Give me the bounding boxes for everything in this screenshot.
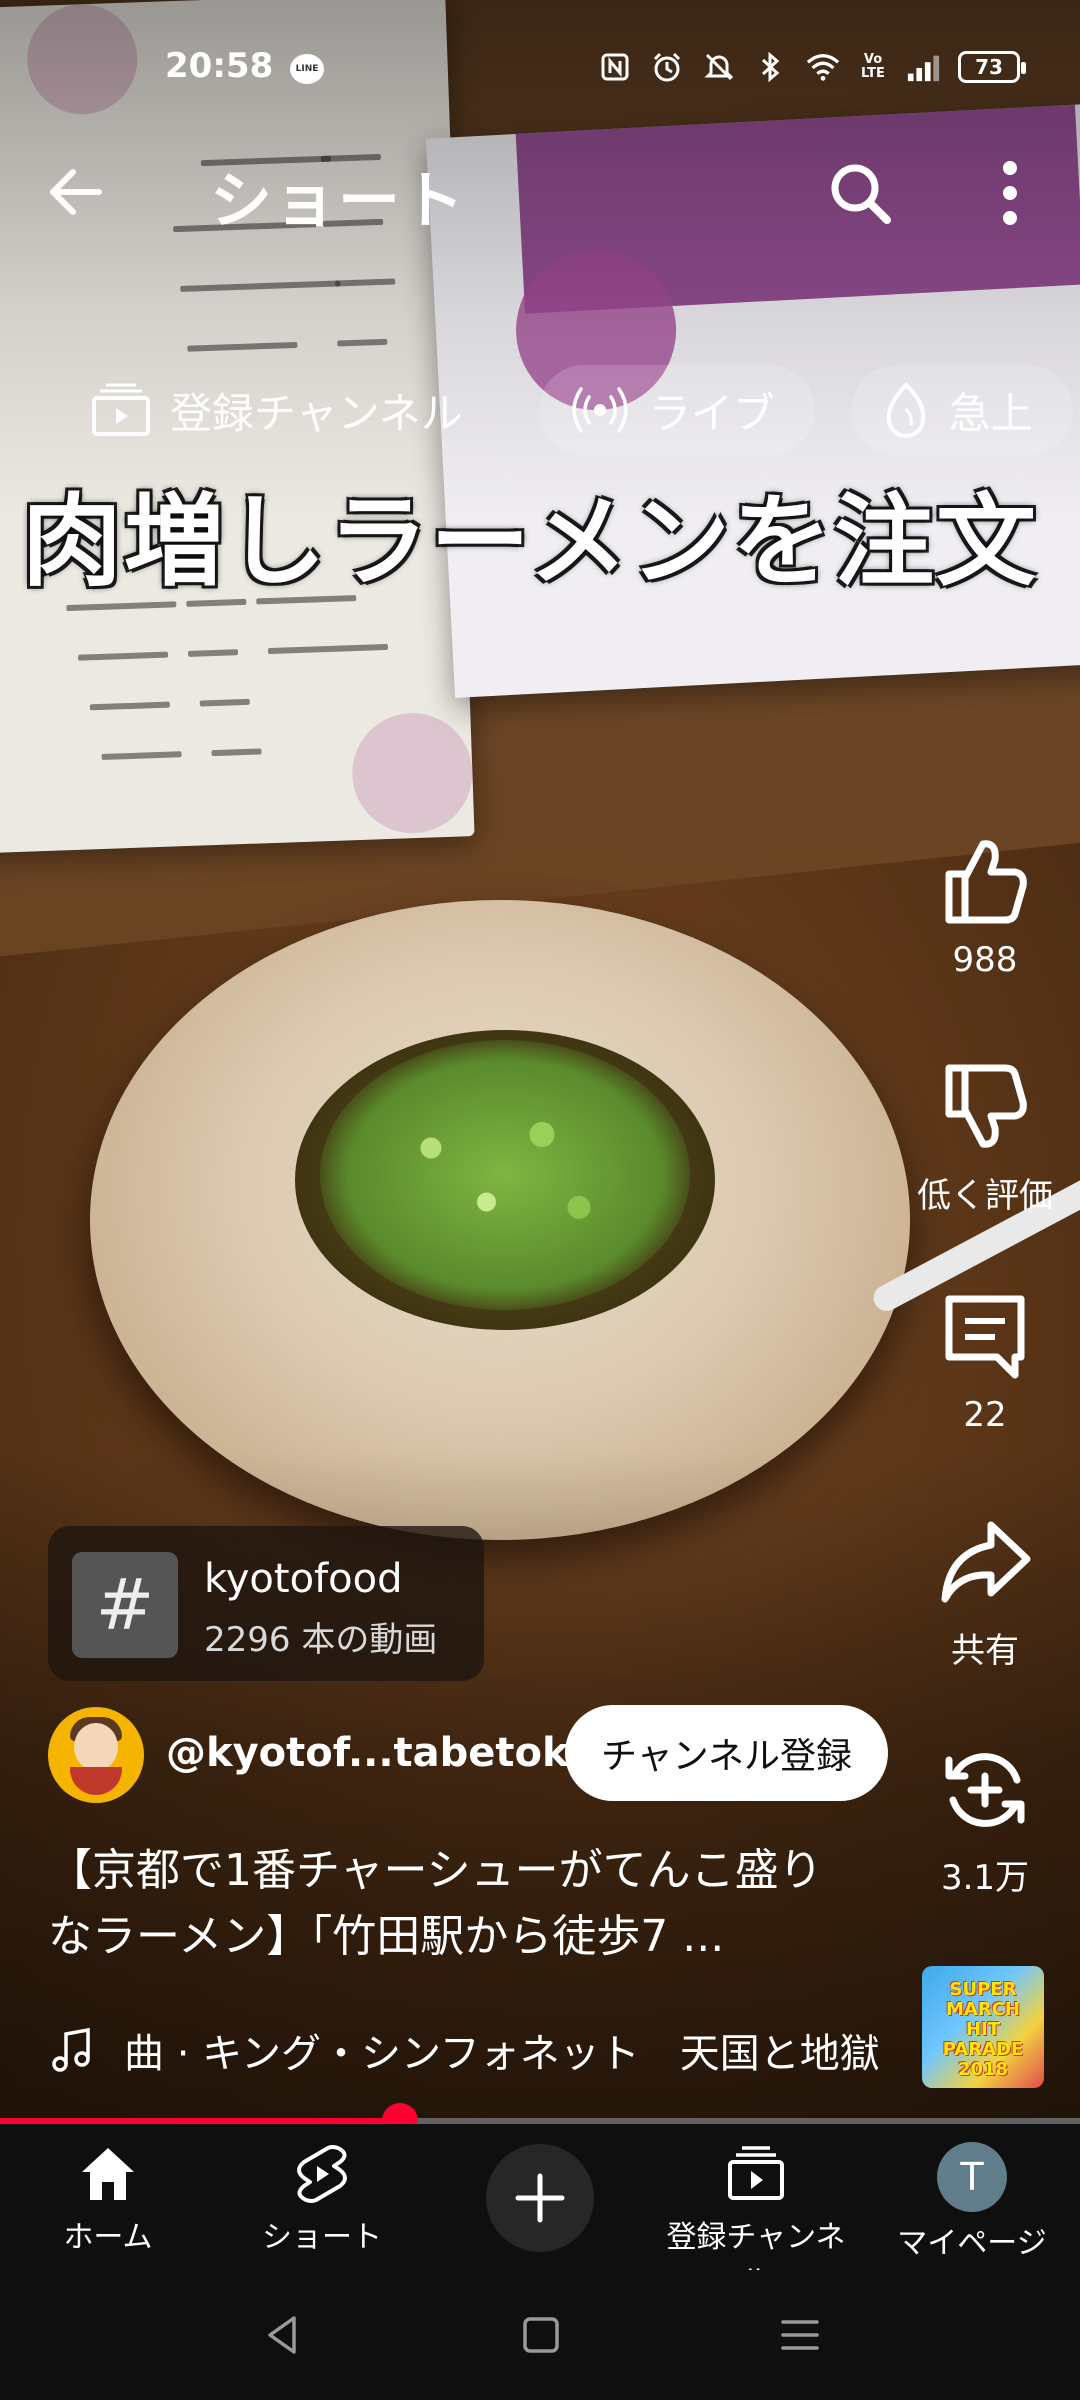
- mute-icon: [702, 50, 736, 84]
- comments-button[interactable]: 22: [900, 1285, 1070, 1435]
- nav-shorts[interactable]: ショート: [222, 2142, 422, 2256]
- music-note-icon: [52, 2027, 90, 2072]
- home-icon: [82, 2148, 134, 2200]
- music-row[interactable]: 曲 · キング・シンフォネット 天国と地獄: [48, 2020, 888, 2080]
- shorts-icon: [297, 2145, 347, 2203]
- chip-subscriptions-label: 登録チャンネル: [170, 388, 463, 438]
- video-caption: 肉増しラーメンを注文: [22, 483, 1038, 600]
- chip-trending-label: 急上: [948, 388, 1033, 438]
- share-button[interactable]: 共有: [900, 1513, 1070, 1672]
- video-description[interactable]: 【京都で1番チャーシューがてんこ盛りなラーメン】「竹田駅から徒歩7 ...: [48, 1838, 858, 1970]
- chip-live-label: ライブ: [648, 388, 775, 438]
- search-button[interactable]: [825, 158, 895, 228]
- nav-my-page[interactable]: T マイページ: [872, 2142, 1072, 2262]
- hashtag-name: kyotofood: [204, 1556, 403, 1602]
- create-button[interactable]: [486, 2144, 594, 2252]
- nav-shorts-label: ショート: [262, 2220, 382, 2255]
- back-button[interactable]: [45, 162, 125, 222]
- channel-avatar[interactable]: [48, 1707, 144, 1803]
- arrow-left-icon: [50, 169, 102, 215]
- profile-avatar: T: [937, 2142, 1007, 2212]
- comment-count: 22: [963, 1395, 1007, 1435]
- trending-icon: [886, 382, 925, 438]
- hashtag-video-count: 2296 本の動画: [204, 1620, 438, 1660]
- system-back-icon[interactable]: [258, 2310, 308, 2360]
- hashtag-icon: #: [72, 1552, 178, 1658]
- search-icon: [831, 164, 891, 224]
- volte-icon: Vo LTE: [858, 50, 888, 84]
- dislike-label: 低く評価: [917, 1176, 1053, 1216]
- subscriptions-icon: [728, 2146, 784, 2200]
- feed-filter-chips: 登録チャンネル ライブ 急上: [60, 365, 1080, 455]
- more-vertical-icon: [1003, 161, 1017, 225]
- scallions: [320, 1040, 690, 1310]
- nav-home-label: ホーム: [63, 2220, 153, 2255]
- subscribe-button[interactable]: チャンネル登録: [565, 1705, 888, 1801]
- dislike-button[interactable]: 低く評価: [900, 1058, 1070, 1217]
- remix-count: 3.1万: [940, 1858, 1030, 1898]
- plus-icon: [515, 2173, 565, 2223]
- status-time: 20:58: [165, 46, 274, 86]
- app-header: ショート: [0, 140, 1080, 240]
- like-button[interactable]: 988: [900, 830, 1070, 980]
- status-bar: 20:58 LINE Vo LTE 73: [0, 40, 1080, 100]
- chip-live[interactable]: ライブ: [538, 365, 815, 455]
- system-recents-icon[interactable]: [775, 2310, 825, 2360]
- hashtag-card[interactable]: # kyotofood 2296 本の動画: [48, 1526, 484, 1681]
- like-count: 988: [952, 940, 1018, 980]
- music-title: 曲 · キング・シンフォネット 天国と地獄: [124, 2031, 880, 2077]
- thumbs-up-icon: [945, 840, 1027, 924]
- battery-indicator: 73: [958, 51, 1026, 83]
- more-options-button[interactable]: [985, 158, 1035, 228]
- nav-my-page-label: マイページ: [897, 2226, 1047, 2261]
- nfc-icon: [598, 50, 632, 84]
- share-label: 共有: [951, 1631, 1019, 1671]
- remix-button[interactable]: 3.1万: [900, 1740, 1070, 1899]
- line-notification-icon: LINE: [290, 54, 324, 84]
- signal-icon: [906, 50, 940, 84]
- chip-subscriptions[interactable]: 登録チャンネル: [60, 365, 503, 455]
- music-thumb-text: SUPER MARCH HIT PARADE 2018: [942, 1979, 1024, 2080]
- music-thumbnail[interactable]: SUPER MARCH HIT PARADE 2018: [922, 1966, 1044, 2088]
- bluetooth-icon: [754, 50, 788, 84]
- bottom-navigation: ホーム ショート 登録チャンネル T マイページ: [0, 2124, 1080, 2299]
- thumbs-down-icon: [945, 1064, 1027, 1148]
- status-icons: Vo LTE 73: [598, 50, 1026, 84]
- page-title: ショート: [210, 164, 467, 237]
- system-navigation-bar: [0, 2270, 1080, 2400]
- volte-label: Vo LTE: [861, 52, 885, 81]
- system-home-icon[interactable]: [516, 2310, 566, 2360]
- channel-handle[interactable]: @kyotof...tabetoku: [166, 1730, 597, 1776]
- nav-home[interactable]: ホーム: [8, 2142, 208, 2256]
- remix-icon: [945, 1753, 1025, 1827]
- live-icon: [572, 387, 628, 433]
- chip-trending[interactable]: 急上: [850, 365, 1073, 455]
- wifi-icon: [806, 50, 840, 84]
- subscriptions-icon: [92, 383, 150, 436]
- comment-icon: [945, 1295, 1025, 1379]
- alarm-icon: [650, 50, 684, 84]
- share-icon: [941, 1521, 1031, 1603]
